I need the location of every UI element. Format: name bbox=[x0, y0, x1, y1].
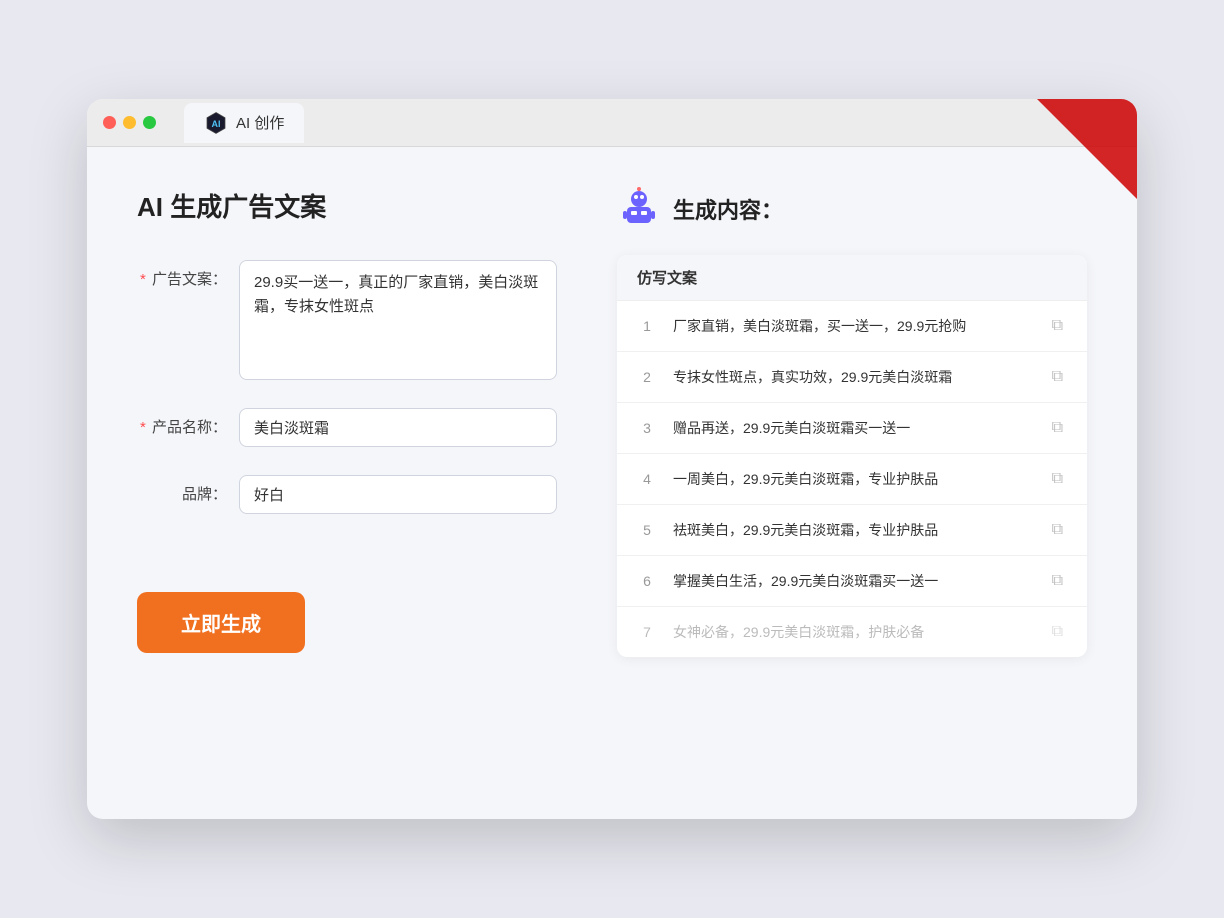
row-text-1: 厂家直销，美白淡斑霜，买一送一，29.9元抢购 bbox=[673, 316, 1032, 337]
table-header: 仿写文案 bbox=[617, 255, 1087, 301]
table-row: 3 赠品再送，29.9元美白淡斑霜买一送一 ⧉ bbox=[617, 403, 1087, 454]
traffic-lights bbox=[103, 116, 156, 129]
brand-input[interactable] bbox=[239, 475, 557, 514]
form-group-ad-copy: * 广告文案： bbox=[137, 260, 557, 380]
left-panel: AI 生成广告文案 * 广告文案： * 产品名称： 品牌： bbox=[137, 187, 557, 767]
main-content: AI 生成广告文案 * 广告文案： * 产品名称： 品牌： bbox=[87, 147, 1137, 807]
row-text-5: 祛斑美白，29.9元美白淡斑霜，专业护肤品 bbox=[673, 520, 1032, 541]
row-number-4: 4 bbox=[637, 471, 657, 487]
row-text-3: 赠品再送，29.9元美白淡斑霜买一送一 bbox=[673, 418, 1032, 439]
page-title: AI 生成广告文案 bbox=[137, 187, 557, 224]
copy-icon-2[interactable]: ⧉ bbox=[1048, 366, 1067, 388]
label-ad-copy: * 广告文案： bbox=[137, 260, 227, 289]
robot-icon bbox=[617, 187, 661, 231]
required-mark-ad-copy: * bbox=[140, 271, 146, 288]
ai-icon: AI bbox=[204, 111, 228, 135]
row-number-5: 5 bbox=[637, 522, 657, 538]
label-product-name: * 产品名称： bbox=[137, 408, 227, 437]
copy-icon-4[interactable]: ⧉ bbox=[1048, 468, 1067, 490]
row-number-6: 6 bbox=[637, 573, 657, 589]
table-row: 1 厂家直销，美白淡斑霜，买一送一，29.9元抢购 ⧉ bbox=[617, 301, 1087, 352]
table-row: 7 女神必备，29.9元美白淡斑霜，护肤必备 ⧉ bbox=[617, 607, 1087, 657]
table-row: 6 掌握美白生活，29.9元美白淡斑霜买一送一 ⧉ bbox=[617, 556, 1087, 607]
right-panel: 生成内容： 仿写文案 1 厂家直销，美白淡斑霜，买一送一，29.9元抢购 ⧉ 2… bbox=[617, 187, 1087, 767]
copy-icon-3[interactable]: ⧉ bbox=[1048, 417, 1067, 439]
product-name-input[interactable] bbox=[239, 408, 557, 447]
result-table: 仿写文案 1 厂家直销，美白淡斑霜，买一送一，29.9元抢购 ⧉ 2 专抹女性斑… bbox=[617, 255, 1087, 657]
tab-ai-create[interactable]: AI AI 创作 bbox=[184, 103, 304, 143]
generate-button[interactable]: 立即生成 bbox=[137, 592, 305, 653]
row-text-6: 掌握美白生活，29.9元美白淡斑霜买一送一 bbox=[673, 571, 1032, 592]
row-number-3: 3 bbox=[637, 420, 657, 436]
form-group-product-name: * 产品名称： bbox=[137, 408, 557, 447]
row-text-4: 一周美白，29.9元美白淡斑霜，专业护肤品 bbox=[673, 469, 1032, 490]
row-text-2: 专抹女性斑点，真实功效，29.9元美白淡斑霜 bbox=[673, 367, 1032, 388]
copy-icon-7[interactable]: ⧉ bbox=[1048, 621, 1067, 643]
copy-icon-6[interactable]: ⧉ bbox=[1048, 570, 1067, 592]
table-row: 4 一周美白，29.9元美白淡斑霜，专业护肤品 ⧉ bbox=[617, 454, 1087, 505]
form-group-brand: 品牌： bbox=[137, 475, 557, 514]
tab-label: AI 创作 bbox=[236, 112, 284, 133]
row-number-7: 7 bbox=[637, 624, 657, 640]
result-title: 生成内容： bbox=[673, 193, 783, 225]
ad-copy-textarea[interactable] bbox=[239, 260, 557, 380]
browser-window: AI AI 创作 AI 生成广告文案 * 广告文案： * 产品名称： bbox=[87, 99, 1137, 819]
minimize-button[interactable] bbox=[123, 116, 136, 129]
label-brand: 品牌： bbox=[137, 475, 227, 504]
maximize-button[interactable] bbox=[143, 116, 156, 129]
svg-text:AI: AI bbox=[212, 118, 221, 128]
title-bar: AI AI 创作 bbox=[87, 99, 1137, 147]
result-header: 生成内容： bbox=[617, 187, 1087, 231]
copy-icon-5[interactable]: ⧉ bbox=[1048, 519, 1067, 541]
row-number-2: 2 bbox=[637, 369, 657, 385]
row-number-1: 1 bbox=[637, 318, 657, 334]
table-row: 5 祛斑美白，29.9元美白淡斑霜，专业护肤品 ⧉ bbox=[617, 505, 1087, 556]
table-row: 2 专抹女性斑点，真实功效，29.9元美白淡斑霜 ⧉ bbox=[617, 352, 1087, 403]
copy-icon-1[interactable]: ⧉ bbox=[1048, 315, 1067, 337]
row-text-7: 女神必备，29.9元美白淡斑霜，护肤必备 bbox=[673, 622, 1032, 643]
required-mark-product: * bbox=[140, 419, 146, 436]
close-button[interactable] bbox=[103, 116, 116, 129]
